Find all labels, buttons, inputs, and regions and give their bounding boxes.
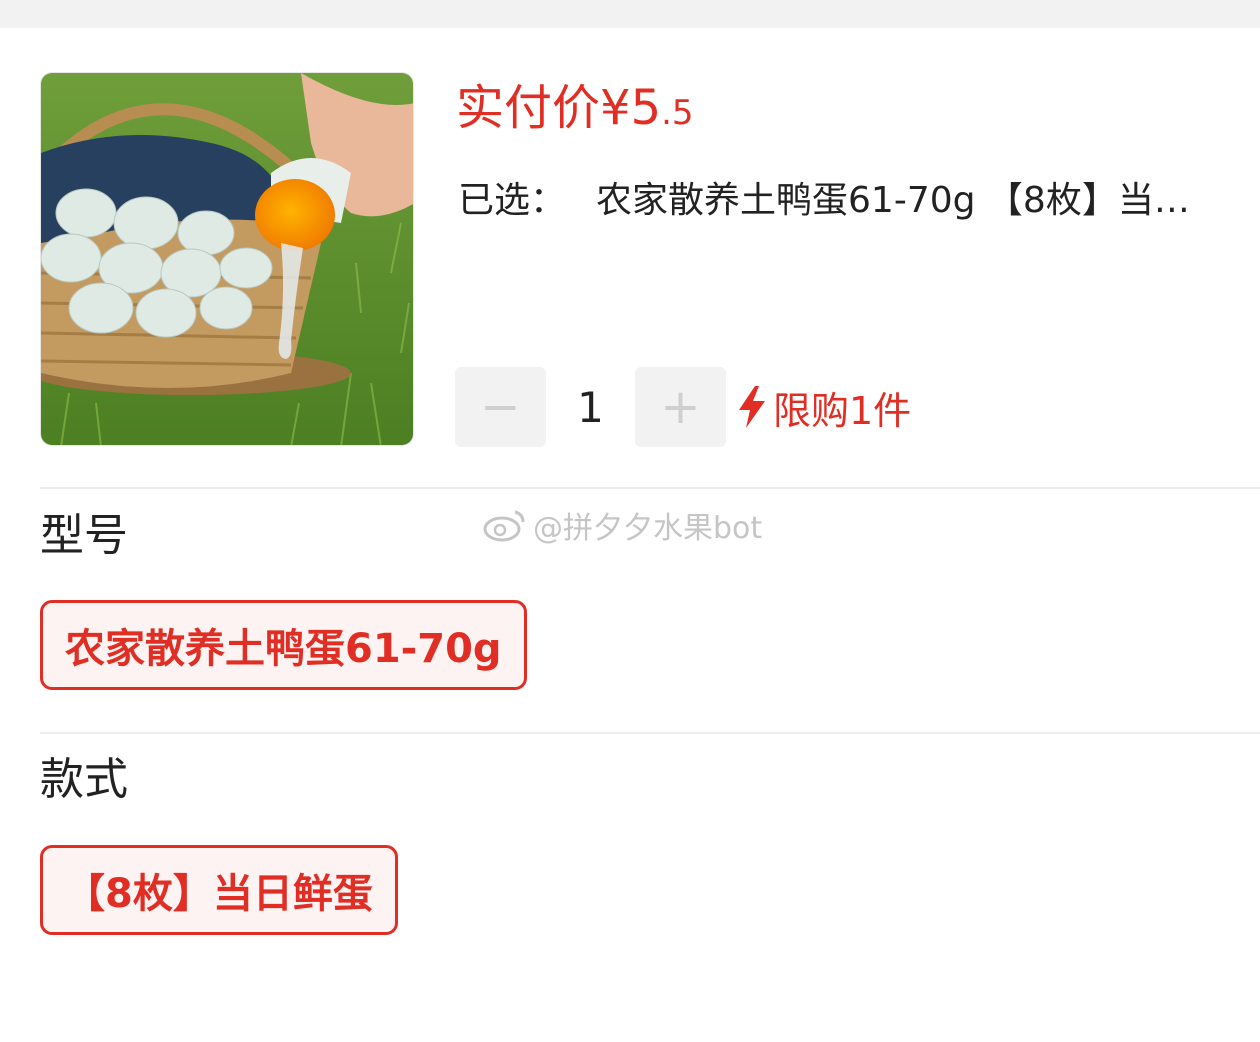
price-decimal: .5 (661, 93, 694, 133)
model-option-selected[interactable]: 农家散养土鸭蛋61-70g (40, 600, 527, 690)
style-section-title: 款式 (40, 754, 128, 805)
plus-icon: + (660, 379, 701, 435)
divider (40, 487, 1260, 489)
purchase-limit: 限购1件 (737, 380, 911, 434)
selected-value: 农家散养土鸭蛋61-70g 【8枚】当日鲜蛋 (596, 180, 1218, 221)
increase-quantity-button[interactable]: + (635, 367, 726, 447)
actual-price: 实付价¥5.5 (456, 78, 694, 143)
selected-summary: 已选： 农家散养土鸭蛋61-70g 【8枚】当日鲜蛋 (458, 176, 1218, 226)
minus-icon: − (480, 379, 521, 435)
style-option-selected[interactable]: 【8枚】当日鲜蛋 (40, 845, 398, 935)
weibo-icon (483, 510, 525, 542)
purchase-limit-text: 限购1件 (773, 388, 912, 433)
watermark-text: @拼夕夕水果bot (533, 511, 763, 546)
lightning-icon (739, 386, 765, 428)
price-label: 实付价 (456, 80, 601, 136)
selected-label: 已选： (458, 180, 567, 221)
duck-eggs-photo (41, 73, 413, 445)
top-bar (0, 0, 1260, 28)
divider (40, 732, 1260, 734)
product-image (40, 72, 414, 446)
decrease-quantity-button[interactable]: − (455, 367, 546, 447)
watermark: @拼夕夕水果bot (483, 505, 763, 546)
price-integer: 5 (630, 80, 662, 136)
model-section-title: 型号 (40, 510, 128, 561)
currency-symbol: ¥ (600, 80, 631, 136)
quantity-value[interactable]: 1 (546, 367, 635, 447)
